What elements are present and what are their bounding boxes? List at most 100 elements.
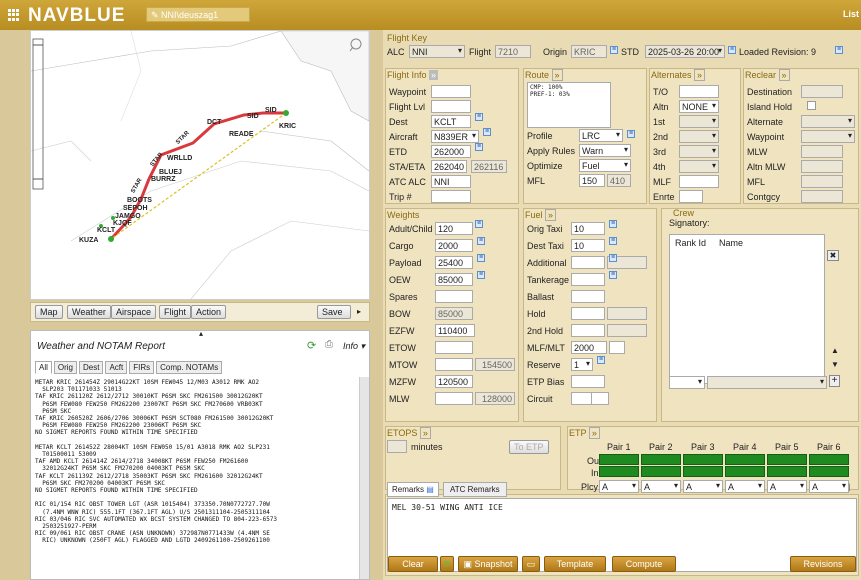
circuit-input-2[interactable] (591, 392, 609, 405)
etp-out-cell[interactable] (599, 454, 639, 465)
info-dropdown[interactable]: Info ▾ (343, 341, 365, 352)
weight-input[interactable] (435, 341, 473, 354)
reserve-select[interactable]: 1 (571, 358, 593, 371)
profile-lookup-icon[interactable]: ≡ (627, 130, 635, 138)
etp-in-cell[interactable] (641, 466, 681, 477)
weight-input[interactable] (435, 392, 473, 405)
crew-scroll-down-icon[interactable]: ▼ (831, 360, 839, 369)
etp-out-cell[interactable] (809, 454, 849, 465)
map-tab-action[interactable]: Action (191, 305, 227, 319)
mfl-max-input[interactable]: 410 (607, 174, 631, 187)
weight-lookup-icon[interactable]: ≡ (475, 220, 483, 228)
etp-in-cell[interactable] (725, 466, 765, 477)
reclear-input[interactable] (801, 190, 843, 203)
fuel-input[interactable] (571, 375, 605, 388)
collapse-up-icon[interactable]: ▴ (199, 329, 203, 338)
origin-lookup-icon[interactable]: ≡ (610, 46, 618, 54)
crew-name-select[interactable] (707, 376, 827, 389)
fuel-input[interactable] (571, 324, 605, 337)
flight-info-input[interactable]: 262040 (431, 160, 467, 173)
fuel-toggle-icon[interactable]: » (545, 209, 557, 221)
profile-select[interactable]: LRC (579, 129, 623, 142)
user-badge[interactable]: ✎ NNI\deuszag1 (146, 7, 250, 22)
compute-button[interactable]: Compute (612, 556, 676, 572)
flight-number-input[interactable]: 7210 (495, 45, 531, 58)
map-tab-map[interactable]: Map (35, 305, 63, 319)
weight-input[interactable]: 120 (435, 222, 473, 235)
wx-tab-all[interactable]: All (35, 361, 52, 374)
mlt-input[interactable] (609, 341, 625, 354)
flight-info-toggle-icon[interactable]: » (429, 70, 439, 80)
alternate-input[interactable] (679, 190, 703, 203)
weight-lookup-icon[interactable]: ≡ (477, 237, 485, 245)
reclear-input[interactable] (801, 145, 843, 158)
optimize-select[interactable]: Fuel (579, 159, 631, 172)
map-save-button[interactable]: Save (317, 305, 351, 319)
alc-select[interactable]: NNI (409, 45, 465, 58)
etp-out-cell[interactable] (641, 454, 681, 465)
alternate-select[interactable] (679, 130, 719, 143)
wx-tab-orig[interactable]: Orig (53, 361, 78, 374)
fuel-lookup-icon[interactable]: ≡ (597, 356, 605, 364)
etp-plcy-select[interactable]: A (809, 480, 849, 493)
snapshot-button[interactable]: ▣ Snapshot (458, 556, 518, 572)
wx-tab-dest[interactable]: Dest (79, 361, 104, 374)
etp-toggle-icon[interactable]: » (588, 427, 600, 439)
template-button[interactable]: Template (544, 556, 606, 572)
map-tab-flight[interactable]: Flight (159, 305, 192, 319)
refresh-icon[interactable]: ⟳ (307, 339, 316, 352)
expand-right-icon[interactable]: ▸ (357, 307, 361, 316)
crew-rank-select[interactable] (669, 376, 705, 389)
fuel-input[interactable]: 2000 (571, 341, 607, 354)
revision-lookup-icon[interactable]: ≡ (835, 46, 843, 54)
flight-info-lookup-icon[interactable]: ≡ (475, 143, 483, 151)
weight-input[interactable]: 2000 (435, 239, 473, 252)
etp-in-cell[interactable] (809, 466, 849, 477)
flight-info-lookup-icon[interactable]: ≡ (475, 113, 483, 121)
reclear-toggle-icon[interactable]: » (778, 69, 790, 81)
crew-scroll-up-icon[interactable]: ▲ (831, 346, 839, 355)
etp-plcy-select[interactable]: A (725, 480, 765, 493)
fuel-input[interactable] (571, 273, 605, 286)
fuel-lookup-icon[interactable]: ≡ (609, 237, 617, 245)
alternate-select[interactable] (679, 160, 719, 173)
apply-rules-select[interactable]: Warn (579, 144, 631, 157)
weight-input[interactable]: 85000 (435, 273, 473, 286)
altn-select[interactable]: NONE (679, 100, 719, 113)
route-map[interactable]: DCT SID SID STAR STAR STAR READE KRIC WR… (30, 30, 370, 300)
flight-info-input[interactable]: 262000 (431, 145, 471, 158)
reclear-select[interactable] (801, 115, 855, 128)
etp-out-cell[interactable] (683, 454, 723, 465)
to-etp-button[interactable]: To ETP (509, 440, 549, 454)
list-link[interactable]: List (843, 9, 859, 19)
origin-input[interactable]: KRIC (571, 45, 607, 58)
wx-tab-firs[interactable]: FIRs (129, 361, 155, 374)
atc-remarks-tab[interactable]: ATC Remarks (443, 482, 507, 497)
alternate-input[interactable] (679, 175, 719, 188)
crew-add-icon[interactable]: + (829, 375, 840, 387)
std-select[interactable]: 2025-03-26 20:00 (645, 45, 725, 58)
etp-in-cell[interactable] (683, 466, 723, 477)
weight-lookup-icon[interactable]: ≡ (477, 271, 485, 279)
refresh-button[interactable]: ⟳ (440, 556, 454, 572)
fuel-input[interactable]: 10 (571, 239, 605, 252)
etp-out-cell[interactable] (725, 454, 765, 465)
flight-info-input[interactable]: NNI (431, 175, 471, 188)
fuel-input[interactable] (571, 307, 605, 320)
flight-info-input[interactable]: KCLT (431, 115, 471, 128)
route-textarea[interactable]: CMP: 100% PREF-1: 03% (527, 82, 611, 128)
etp-in-cell[interactable] (599, 466, 639, 477)
print-icon[interactable]: ⎙ (325, 339, 333, 350)
flight-info-input[interactable]: N839ER (431, 130, 479, 143)
reclear-select[interactable] (801, 130, 855, 143)
crew-delete-icon[interactable]: ✖ (827, 250, 839, 261)
wx-tab-comp-notams[interactable]: Comp. NOTAMs (156, 361, 223, 374)
etops-minutes-input[interactable] (387, 440, 407, 453)
alternate-select[interactable] (679, 115, 719, 128)
fuel-input[interactable]: 10 (571, 222, 605, 235)
mfl-input[interactable]: 150 (579, 174, 605, 187)
weight-input[interactable]: 110400 (435, 324, 475, 337)
etp-in-cell[interactable] (767, 466, 807, 477)
reclear-input[interactable] (801, 160, 843, 173)
std-lookup-icon[interactable]: ≡ (728, 46, 736, 54)
